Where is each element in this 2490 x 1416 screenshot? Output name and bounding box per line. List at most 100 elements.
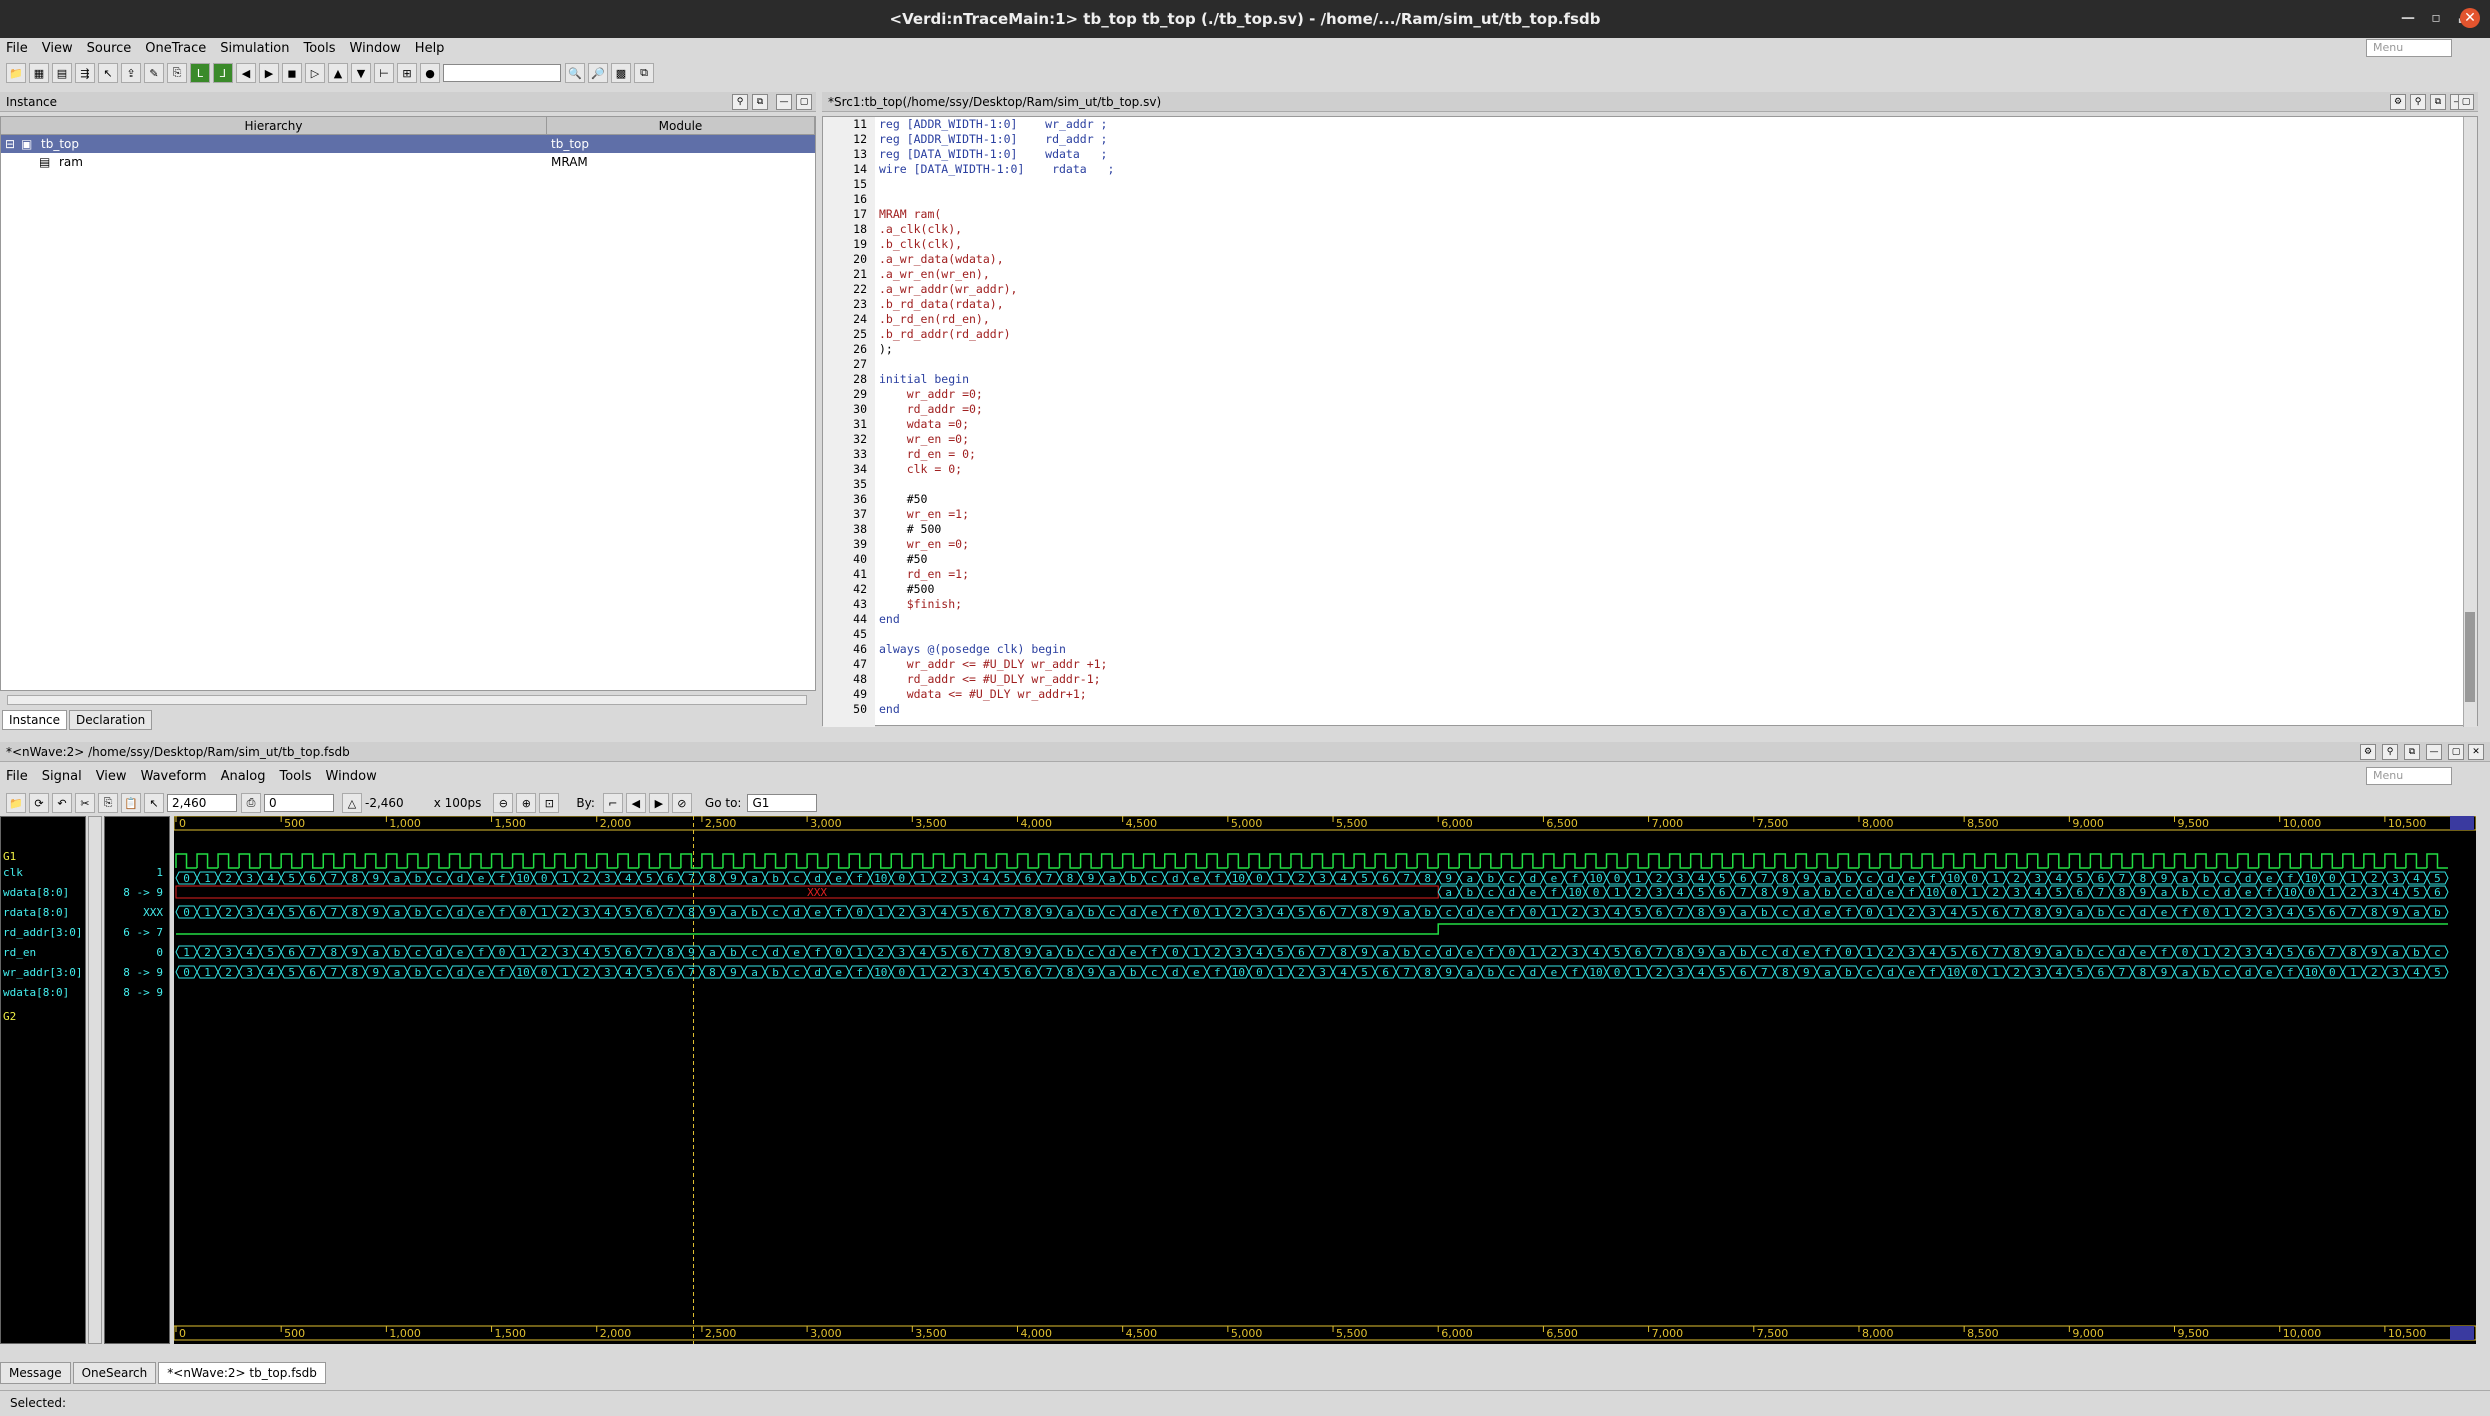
menu-search-input[interactable]: Menu (2366, 39, 2452, 57)
tree-row-tb-top[interactable]: ⊟ ▣ tb_top tb_top (1, 135, 815, 153)
signal-name-wdata80[interactable]: wdata[8:0] (3, 983, 69, 1003)
zoom-in-icon[interactable]: ⊕ (516, 793, 537, 813)
code-line[interactable]: 23 .b_rd_data(rdata), (823, 297, 2423, 312)
open-folder-icon[interactable]: 📁 (6, 63, 26, 83)
forward-icon[interactable]: ▶ (259, 63, 279, 83)
wave-menu-tools[interactable]: Tools (279, 769, 311, 784)
code-line[interactable]: 29 wr_addr =0; (823, 387, 2423, 402)
code-line[interactable]: 17 MRAM ram( (823, 207, 2423, 222)
menu-onetrace[interactable]: OneTrace (145, 41, 206, 56)
code-line[interactable]: 44 end (823, 612, 2423, 627)
find-icon[interactable]: 🔍 (565, 63, 585, 83)
trace-driver-icon[interactable]: L (190, 63, 210, 83)
edit-icon[interactable]: ✎ (144, 63, 164, 83)
minimize-panel-icon[interactable]: — (2426, 744, 2442, 760)
col-module[interactable]: Module (547, 117, 815, 135)
code-line[interactable]: 27 (823, 357, 2423, 372)
code-line[interactable]: 31 wdata =0; (823, 417, 2423, 432)
collapse-icon[interactable]: ⊟ (5, 135, 15, 153)
code-line[interactable]: 48 rd_addr <= #U_DLY wr_addr-1; (823, 672, 2423, 687)
code-line[interactable]: 46 always @(posedge clk) begin (823, 642, 2423, 657)
network-icon[interactable]: ⧉ (634, 63, 654, 83)
code-line[interactable]: 50 end (823, 702, 2423, 717)
pin-icon[interactable]: ⚲ (2410, 94, 2426, 110)
tab-onesearch[interactable]: OneSearch (72, 1362, 157, 1384)
next-edge-icon[interactable]: ▶ (648, 793, 669, 813)
wave-menu-analog[interactable]: Analog (221, 769, 266, 784)
code-line[interactable]: 42 #500 (823, 582, 2423, 597)
code-line[interactable]: 45 (823, 627, 2423, 642)
tab-instance[interactable]: Instance (2, 710, 68, 730)
waveform-canvas[interactable]: 0 500 1,000 1,500 2,000 2,500 3,000 3,500 4,000 4… (173, 815, 2477, 1344)
wave-menu-view[interactable]: View (96, 769, 127, 784)
menu-file[interactable]: File (6, 41, 28, 56)
code-line[interactable]: 25 .b_rd_addr(rd_addr) (823, 327, 2423, 342)
menu-window[interactable]: Window (350, 41, 401, 56)
trace-icon[interactable]: ⇶ (75, 63, 95, 83)
delta-icon[interactable]: △ (342, 793, 362, 813)
reload-icon[interactable]: ⟳ (29, 793, 49, 813)
minimize-icon[interactable]: — (2398, 8, 2418, 28)
wave-menu-file[interactable]: File (6, 769, 28, 784)
tab-nwave[interactable]: *<nWave:2> tb_top.fsdb (158, 1362, 326, 1384)
search-combo[interactable] (443, 64, 561, 82)
wave-menu-search-input[interactable]: Menu (2366, 767, 2452, 785)
minimize-panel-icon[interactable]: — (776, 94, 792, 110)
goto-select[interactable]: G1 (747, 794, 818, 812)
code-line[interactable]: 30 rd_addr =0; (823, 402, 2423, 417)
prev-edge-icon[interactable]: ◀ (625, 793, 646, 813)
marker-time-input[interactable]: 0 (264, 794, 334, 812)
settings-icon[interactable]: ⚙ (2390, 94, 2406, 110)
tab-declaration[interactable]: Declaration (69, 710, 153, 730)
menu-tools[interactable]: Tools (304, 41, 336, 56)
close-icon[interactable]: ✕ (2460, 8, 2480, 28)
code-line[interactable]: 11 reg [ADDR_WIDTH-1:0] wr_addr ; (823, 117, 2423, 132)
schematic-icon[interactable]: ▤ (52, 63, 72, 83)
signal-name-rdata80[interactable]: rdata[8:0] (3, 903, 69, 923)
cursor-icon[interactable]: ↖ (98, 63, 118, 83)
settings-icon[interactable]: ⚙ (2360, 744, 2376, 760)
maximize-panel-icon[interactable]: ▢ (2458, 94, 2474, 110)
down-icon[interactable]: ▼ (351, 63, 371, 83)
menu-simulation[interactable]: Simulation (220, 41, 289, 56)
code-line[interactable]: 13 reg [DATA_WIDTH-1:0] wdata ; (823, 147, 2423, 162)
trace-load-icon[interactable]: ⅃ (213, 63, 233, 83)
up-icon[interactable]: ▲ (328, 63, 348, 83)
signal-name-wdata80[interactable]: wdata[8:0] (3, 883, 69, 903)
h-scrollbar[interactable] (7, 695, 807, 705)
zoom-fit-icon[interactable]: ⊡ (539, 793, 560, 813)
code-line[interactable]: 22 .a_wr_addr(wr_addr), (823, 282, 2423, 297)
open-folder-icon[interactable]: 📁 (6, 793, 26, 813)
maximize-panel-icon[interactable]: ▢ (2448, 744, 2464, 760)
zoom-out-icon[interactable]: ⊖ (493, 793, 514, 813)
maximize-panel-icon[interactable]: ▢ (796, 94, 812, 110)
code-line[interactable]: 21 .a_wr_en(wr_en), (823, 267, 2423, 282)
undock-icon[interactable]: ⧉ (2404, 744, 2420, 760)
signal-name-rd_en[interactable]: rd_en (3, 943, 36, 963)
stop-icon[interactable]: ◼ (282, 63, 302, 83)
menu-help[interactable]: Help (415, 41, 445, 56)
cut-icon[interactable]: ✂ (75, 793, 95, 813)
copy-icon[interactable]: ⎘ (98, 793, 118, 813)
grid-icon[interactable]: ▩ (611, 63, 631, 83)
code-line[interactable]: 20 .a_wr_data(wdata), (823, 252, 2423, 267)
find-next-icon[interactable]: 🔎 (588, 63, 608, 83)
search-by-icon[interactable]: ⌐ (602, 793, 623, 813)
code-line[interactable]: 34 clk = 0; (823, 462, 2423, 477)
code-line[interactable]: 12 reg [ADDR_WIDTH-1:0] rd_addr ; (823, 132, 2423, 147)
back-icon[interactable]: ◀ (236, 63, 256, 83)
v-scrollbar[interactable] (2463, 117, 2477, 727)
code-line[interactable]: 40 #50 (823, 552, 2423, 567)
code-line[interactable]: 32 wr_en =0; (823, 432, 2423, 447)
clear-icon[interactable]: ⊘ (671, 793, 692, 813)
hierarchy-icon[interactable]: ▦ (29, 63, 49, 83)
print-icon[interactable]: ⎙ (241, 793, 261, 813)
code-line[interactable]: 47 wr_addr <= #U_DLY wr_addr +1; (823, 657, 2423, 672)
code-line[interactable]: 18 .a_clk(clk), (823, 222, 2423, 237)
copy-icon[interactable]: ⎘ (167, 63, 187, 83)
code-line[interactable]: 33 rd_en = 0; (823, 447, 2423, 462)
code-line[interactable]: 43 $finish; (823, 597, 2423, 612)
undock-icon[interactable]: ⧉ (2430, 94, 2446, 110)
tab-message[interactable]: Message (0, 1362, 71, 1384)
paste-icon[interactable]: 📋 (121, 793, 141, 813)
